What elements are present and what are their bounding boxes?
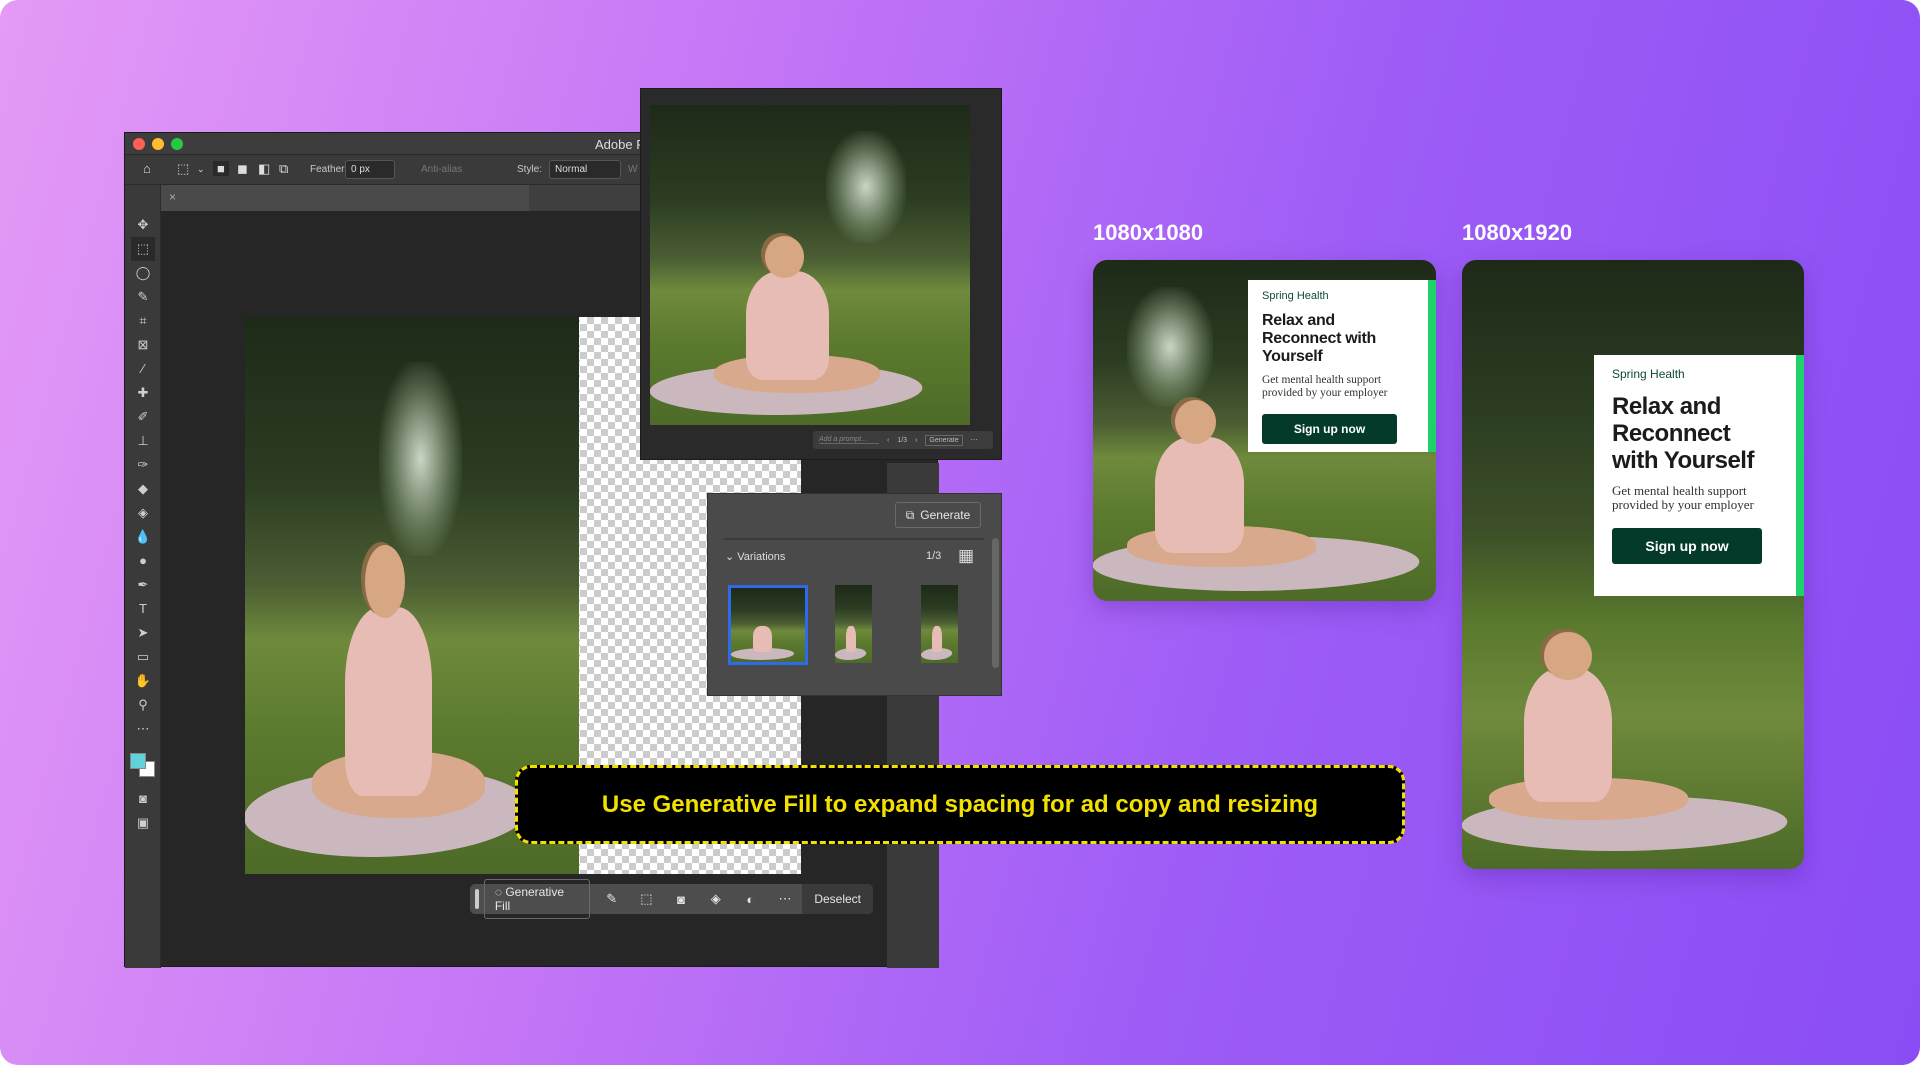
path-select-tool-icon[interactable]: ➤ [131, 621, 155, 645]
close-button[interactable] [133, 138, 145, 150]
more-icon[interactable]: ⋯ [971, 436, 978, 444]
antialias-checkbox[interactable]: Anti-alias [421, 164, 462, 175]
prompt-bar: Add a prompt... ‹ 1/3 › Generate ⋯ [813, 431, 993, 449]
frame-tool-icon[interactable]: ⊠ [131, 333, 155, 357]
deselect-button[interactable]: Deselect [802, 884, 874, 914]
generate-label: Generate [920, 508, 971, 522]
generative-fill-label: Generative Fill [494, 885, 565, 913]
prompt-input[interactable]: Add a prompt... [819, 436, 879, 444]
chevron-down-icon: ⌄ [725, 551, 738, 563]
background: Adobe P ⌂ ⬚ ⌄ ■ ◼ ◧ ⧉ Feather: 0 px Anti… [0, 0, 1920, 1065]
paint-bucket-tool-icon[interactable]: ◈ [131, 501, 155, 525]
variations-label: Variations [737, 551, 786, 563]
feather-input[interactable]: 0 px [345, 160, 395, 179]
callout-banner: Use Generative Fill to expand spacing fo… [515, 765, 1405, 844]
screen-mode-icon[interactable]: ▣ [131, 811, 155, 835]
toolbar: ✥ ⬚ ◯ ✎ ⌗ ⊠ ⁄ ✚ ✐ ⊥ ✑ ◆ ◈ 💧 ● ✒ T ➤ ▭ ✋ … [125, 185, 161, 968]
brand-logo: Spring Health [1612, 367, 1685, 381]
marquee-icon[interactable]: ⬚ [177, 161, 189, 177]
home-icon[interactable]: ⌂ [143, 161, 151, 176]
ad-square: Spring Health Relax and Reconnect with Y… [1093, 260, 1436, 601]
modify-selection-icon[interactable]: ⬚ [629, 891, 664, 907]
window-title: Adobe P [595, 137, 645, 152]
style-select[interactable]: Normal [549, 160, 621, 179]
variation-page: 1/3 [897, 436, 908, 444]
blur-tool-icon[interactable]: 💧 [131, 525, 155, 549]
intersect-selection-icon[interactable]: ⧉ [279, 161, 288, 177]
eraser-tool-icon[interactable]: ◆ [131, 477, 155, 501]
subtract-selection-icon[interactable]: ◧ [258, 161, 270, 177]
generative-fill-icon: ◌ [494, 885, 506, 899]
ad-body: Get mental health support provided by yo… [1262, 374, 1388, 399]
add-selection-icon[interactable]: ◼ [237, 161, 248, 177]
width-label: W [628, 164, 638, 175]
generated-preview-window: Add a prompt... ‹ 1/3 › Generate ⋯ [640, 88, 1002, 460]
variations-header[interactable]: ⌄ Variations [725, 550, 785, 563]
marquee-tool-icon[interactable]: ⬚ [131, 237, 155, 261]
ad-story: Spring Health Relax and Reconnect with Y… [1462, 260, 1804, 869]
ad-headline: Relax and Reconnect with Yourself [1262, 312, 1377, 365]
adjustment-icon[interactable]: ◐ [733, 892, 768, 907]
ad-size-label: 1080x1080 [1093, 220, 1204, 245]
select-brush-icon[interactable]: ✎ [594, 891, 629, 907]
sign-up-button[interactable]: Sign up now [1612, 528, 1762, 564]
lasso-tool-icon[interactable]: ◯ [131, 261, 155, 285]
style-label: Style: [517, 164, 543, 175]
generate-icon: ⧉ [905, 507, 915, 522]
variations-count: 1/3 [926, 550, 942, 562]
ad-headline: Relax and Reconnect with Yourself [1612, 393, 1754, 474]
variation-thumbnail-1[interactable] [728, 585, 808, 665]
sign-up-button[interactable]: Sign up now [1262, 414, 1397, 444]
stamp-tool-icon[interactable]: ⊥ [131, 429, 155, 453]
close-tab-icon[interactable]: × [169, 190, 176, 204]
generated-photo [650, 105, 970, 425]
chevron-down-icon[interactable]: ⌄ [197, 164, 205, 175]
hand-tool-icon[interactable]: ✋ [131, 669, 155, 693]
previous-icon[interactable]: ‹ [887, 437, 889, 444]
zoom-tool-icon[interactable]: ⚲ [131, 693, 155, 717]
quick-select-tool-icon[interactable]: ✎ [131, 285, 155, 309]
contextual-task-bar: ◌ Generative Fill ✎ ⬚ ◙ ◈ ◐ ⋯ Deselect [470, 879, 874, 919]
generative-fill-button[interactable]: ◌ Generative Fill [483, 879, 591, 919]
pen-tool-icon[interactable]: ✒ [131, 573, 155, 597]
mask-icon[interactable]: ◙ [664, 892, 699, 907]
foreground-color-swatch[interactable] [130, 753, 146, 769]
variation-thumbnail-2[interactable] [835, 585, 872, 663]
rectangle-tool-icon[interactable]: ▭ [131, 645, 155, 669]
properties-panel: ⧉ Generate ⌄ Variations 1/3 ▦ [707, 493, 1002, 696]
panel-scrollbar[interactable] [992, 538, 999, 668]
type-tool-icon[interactable]: T [131, 597, 155, 621]
next-icon[interactable]: › [915, 437, 917, 444]
healing-tool-icon[interactable]: ✚ [131, 381, 155, 405]
brush-tool-icon[interactable]: ✐ [131, 405, 155, 429]
generate-button[interactable]: ⧉ Generate [895, 502, 981, 528]
more-icon[interactable]: ⋯ [768, 891, 803, 907]
variation-thumbnail-3[interactable] [921, 585, 958, 663]
new-selection-icon[interactable]: ■ [213, 161, 229, 176]
grid-view-icon[interactable]: ▦ [958, 546, 974, 566]
brand-logo: Spring Health [1262, 290, 1329, 302]
fill-icon[interactable]: ◈ [698, 891, 733, 907]
crop-tool-icon[interactable]: ⌗ [131, 309, 155, 333]
more-tools-icon[interactable]: ⋯ [131, 717, 155, 741]
history-brush-tool-icon[interactable]: ✑ [131, 453, 155, 477]
dodge-tool-icon[interactable]: ● [131, 549, 155, 573]
move-tool-icon[interactable]: ✥ [131, 213, 155, 237]
minimize-button[interactable] [152, 138, 164, 150]
ad-size-label: 1080x1920 [1462, 220, 1573, 245]
document-tab[interactable]: × [161, 185, 529, 211]
eyedropper-tool-icon[interactable]: ⁄ [131, 357, 155, 381]
prompt-generate-button[interactable]: Generate [925, 434, 963, 446]
feather-label: Feather: [310, 164, 348, 175]
quick-mask-icon[interactable]: ◙ [131, 787, 155, 811]
ad-body: Get mental health support provided by yo… [1612, 483, 1754, 512]
zoom-button[interactable] [171, 138, 183, 150]
